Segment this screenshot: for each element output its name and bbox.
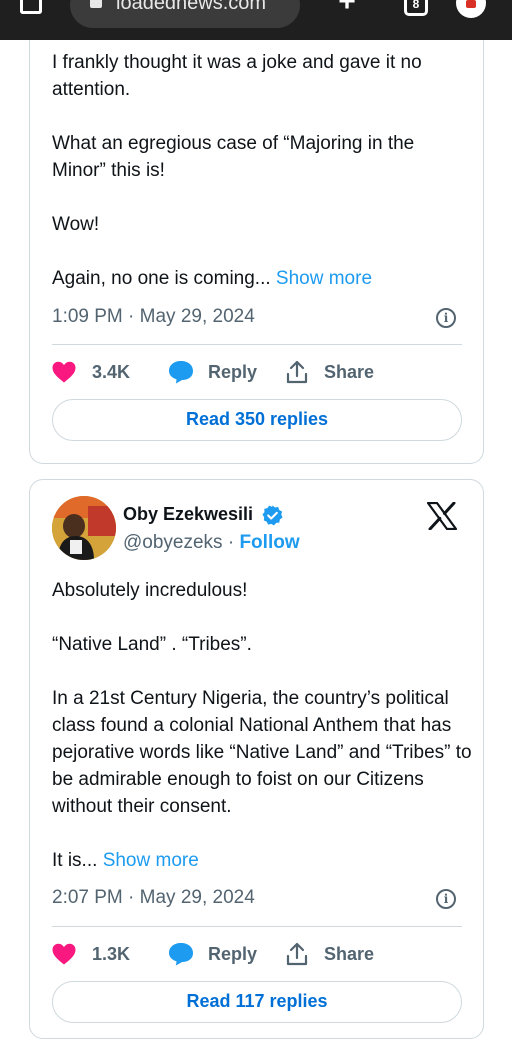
tweet-actions: 1.3K Reply Share [52,939,462,969]
tweet-timestamp[interactable]: 2:07 PM · May 29, 2024 [52,887,255,909]
reply-icon [169,943,193,966]
tweet-body: I frankly thought it was a joke and gave… [52,49,472,292]
browser-toolbar: loadednews.com + 8 [0,0,512,40]
x-logo-icon[interactable] [427,502,457,530]
heart-icon [52,943,76,965]
tweet-paragraph: “Native Land” . “Tribes”. [52,634,252,655]
share-icon [286,942,308,966]
handle-separator: · [227,532,235,553]
tweet-paragraph-truncated: Again, no one is coming... [52,268,271,289]
author-name[interactable]: Oby Ezekwesili [123,504,253,525]
read-replies-button[interactable]: Read 350 replies [52,399,462,441]
reply-button[interactable]: Reply [168,357,257,387]
handle-row: @obyezeks · Follow [123,532,300,554]
home-icon[interactable] [20,0,42,14]
share-button[interactable]: Share [286,357,374,387]
reply-label: Reply [208,943,258,964]
lock-icon[interactable] [90,0,102,8]
read-replies-button[interactable]: Read 117 replies [52,981,462,1023]
reply-label: Reply [208,361,258,382]
url-text[interactable]: loadednews.com [116,0,266,15]
like-button[interactable]: 3.4K [52,357,130,387]
tweet-timestamp[interactable]: 1:09 PM · May 29, 2024 [52,306,255,328]
tweet-paragraph: In a 21st Century Nigeria, the country’s… [52,688,472,817]
tweet-card-1: I frankly thought it was a joke and gave… [29,40,484,464]
author-handle[interactable]: @obyezeks [123,532,223,553]
tweet-paragraph: What an egregious case of “Majoring in t… [52,133,415,181]
tweet-paragraph: Wow! [52,214,100,235]
show-more-link[interactable]: Show more [276,268,372,289]
tweet-paragraph-last: Again, no one is coming... Show more [52,265,472,292]
like-count: 3.4K [92,361,131,382]
share-label: Share [324,943,375,964]
info-icon[interactable]: i [436,889,456,909]
address-bar[interactable]: loadednews.com [70,0,300,28]
tabs-icon[interactable]: 8 [404,0,428,16]
tweet-body: Absolutely incredulous! “Native Land” . … [52,577,472,874]
profile-icon[interactable] [456,0,486,18]
like-count: 1.3K [92,943,131,964]
heart-icon [52,361,76,383]
share-label: Share [324,361,375,382]
avatar-image [52,496,116,560]
tweet-actions: 3.4K Reply Share [52,357,462,387]
divider [52,344,462,345]
divider [52,926,462,927]
tweet-paragraph-last: It is... Show more [52,847,472,874]
new-tab-plus-icon[interactable]: + [335,0,359,17]
verified-icon [262,505,283,526]
show-more-link[interactable]: Show more [103,850,199,871]
tweet-card-2: Oby Ezekwesili @obyezeks · Follow Absolu… [29,479,484,1039]
follow-link[interactable]: Follow [239,532,299,553]
avatar[interactable] [52,496,116,560]
tweet-paragraph-truncated: It is... [52,850,98,871]
share-icon [286,360,308,384]
reply-icon [169,361,193,384]
info-icon[interactable]: i [436,308,456,328]
tweet-paragraph: Absolutely incredulous! [52,580,248,601]
like-button[interactable]: 1.3K [52,939,130,969]
tab-count: 8 [412,0,420,11]
reply-button[interactable]: Reply [168,939,257,969]
tweet-paragraph: I frankly thought it was a joke and gave… [52,52,422,100]
share-button[interactable]: Share [286,939,374,969]
